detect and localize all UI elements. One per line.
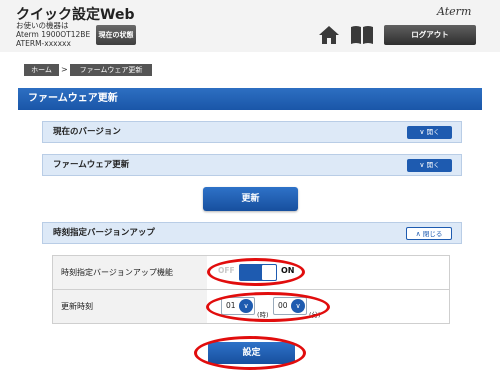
section-label: ファームウェア更新 [53,160,130,170]
logout-button[interactable]: ログアウト [384,25,476,45]
device-name: ATERM-xxxxxx [16,39,71,48]
collapse-button[interactable]: ∧ 閉じる [406,227,452,240]
annotation-ellipse [207,258,305,286]
breadcrumb-home[interactable]: ホーム [24,64,59,76]
book-icon[interactable] [349,24,375,46]
section-current-version[interactable]: 現在のバージョン ∨ 開く [42,121,462,143]
brand-logo: Aterm [437,5,472,18]
top-header: クイック設定Web お使いの機器は Aterm 1900OT12BE ATERM… [0,0,500,52]
page-title: ファームウェア更新 [18,88,482,110]
section-scheduled-update[interactable]: 時刻指定バージョンアップ ∧ 閉じる [42,222,462,244]
expand-button[interactable]: ∨ 開く [407,159,452,172]
chevron-down-icon: ∨ [419,128,425,136]
breadcrumb-separator: > [61,65,68,74]
chevron-up-icon: ∧ [415,230,421,238]
breadcrumb-current: ファームウェア更新 [70,64,152,76]
expand-button[interactable]: ∨ 開く [407,126,452,139]
home-icon[interactable] [318,24,340,46]
section-label: 現在のバージョン [53,127,121,137]
chevron-down-icon: ∨ [419,161,425,169]
device-model: Aterm 1900OT12BE [16,30,91,39]
status-button[interactable]: 現在の状態 [96,25,136,45]
annotation-ellipse [206,292,330,322]
device-info-label: お使いの機器は [16,21,69,30]
annotation-ellipse [194,336,306,370]
update-button[interactable]: 更新 [203,187,298,211]
section-firmware-update[interactable]: ファームウェア更新 ∨ 開く [42,154,462,176]
feature-label: 時刻指定バージョンアップ機能 [53,256,207,289]
time-label: 更新時刻 [53,290,207,323]
section-label: 時刻指定バージョンアップ [53,228,155,238]
